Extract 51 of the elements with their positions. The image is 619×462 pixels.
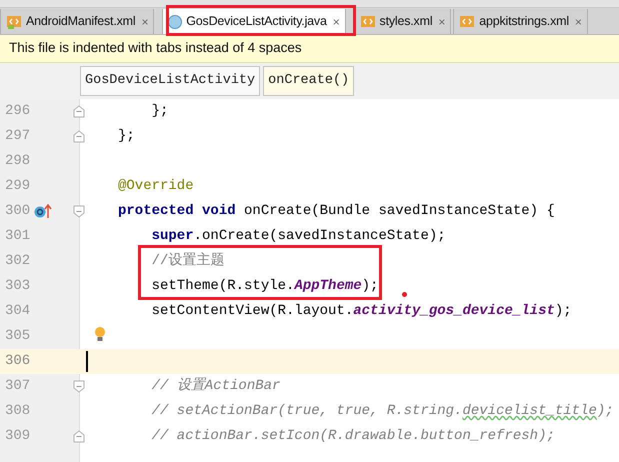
tab-label: GosDeviceListActivity.java bbox=[186, 13, 327, 30]
close-tab-button[interactable]: × bbox=[438, 12, 446, 30]
line-number: 304 bbox=[5, 302, 30, 321]
editor-tab[interactable]: AndroidManifest.xml × bbox=[0, 9, 154, 34]
line-number: 303 bbox=[5, 277, 30, 296]
code-text: //设置主题 bbox=[150, 251, 224, 271]
breadcrumb-item[interactable]: onCreate() bbox=[263, 66, 354, 96]
close-tab-button[interactable]: × bbox=[332, 12, 340, 30]
manifest-file-icon bbox=[6, 14, 22, 30]
class-icon bbox=[168, 14, 182, 28]
fold-end-icon[interactable] bbox=[73, 130, 85, 143]
line-number: 300 bbox=[5, 202, 30, 221]
line-number: 305 bbox=[5, 327, 30, 346]
notice-text: This file is indented with tabs instead of 4 spaces bbox=[9, 39, 302, 58]
tab-label: appkitstrings.xml bbox=[479, 13, 569, 30]
code-text: @Override bbox=[118, 177, 194, 196]
code-text: setTheme(R.style.AppTheme); bbox=[150, 277, 378, 296]
code-text: // setActionBar(true, true, R.string.devicelist_title); bbox=[150, 402, 614, 421]
code-text: protected void onCreate(Bundle savedInstanceState) { bbox=[118, 202, 555, 221]
line-number: 301 bbox=[5, 227, 30, 246]
line-number: 299 bbox=[5, 177, 30, 196]
code-text: }; bbox=[150, 102, 168, 121]
line-number: 297 bbox=[5, 127, 30, 146]
line-number: 296 bbox=[5, 102, 30, 121]
tab-label: AndroidManifest.xml bbox=[26, 13, 136, 30]
close-tab-button[interactable]: × bbox=[574, 12, 582, 30]
code-text: }; bbox=[118, 127, 135, 146]
editor-tab[interactable]: styles.xml × bbox=[354, 9, 452, 34]
line-number: 307 bbox=[5, 377, 30, 396]
fold-end-icon[interactable] bbox=[73, 430, 85, 443]
fold-start-icon[interactable] bbox=[73, 205, 85, 218]
xml-file-icon bbox=[360, 14, 376, 30]
override-method-icon[interactable] bbox=[34, 203, 52, 219]
code-text: // actionBar.setIcon(R.drawable.button_refresh); bbox=[150, 427, 555, 446]
close-tab-button[interactable]: × bbox=[141, 12, 148, 30]
breadcrumb-item[interactable]: GosDeviceListActivity bbox=[80, 66, 260, 96]
line-number: 298 bbox=[5, 152, 30, 171]
text-cursor bbox=[86, 351, 88, 372]
line-number: 309 bbox=[5, 427, 30, 446]
line-number: 302 bbox=[5, 252, 30, 271]
fold-end-icon[interactable] bbox=[73, 105, 85, 118]
xml-file-icon bbox=[459, 14, 476, 30]
line-number: 308 bbox=[5, 402, 30, 421]
editor-tab[interactable]: GosDeviceListActivity.java × bbox=[162, 9, 346, 34]
lightbulb-icon[interactable] bbox=[94, 326, 106, 342]
fold-start-icon[interactable] bbox=[73, 380, 85, 393]
code-text: // 设置ActionBar bbox=[150, 376, 280, 396]
editor-tab[interactable]: appkitstrings.xml × bbox=[453, 9, 588, 34]
tab-label: styles.xml bbox=[380, 13, 432, 30]
code-text: super.onCreate(savedInstanceState); bbox=[150, 227, 446, 246]
code-text: setContentView(R.layout.activity_gos_device_list); bbox=[150, 302, 572, 321]
